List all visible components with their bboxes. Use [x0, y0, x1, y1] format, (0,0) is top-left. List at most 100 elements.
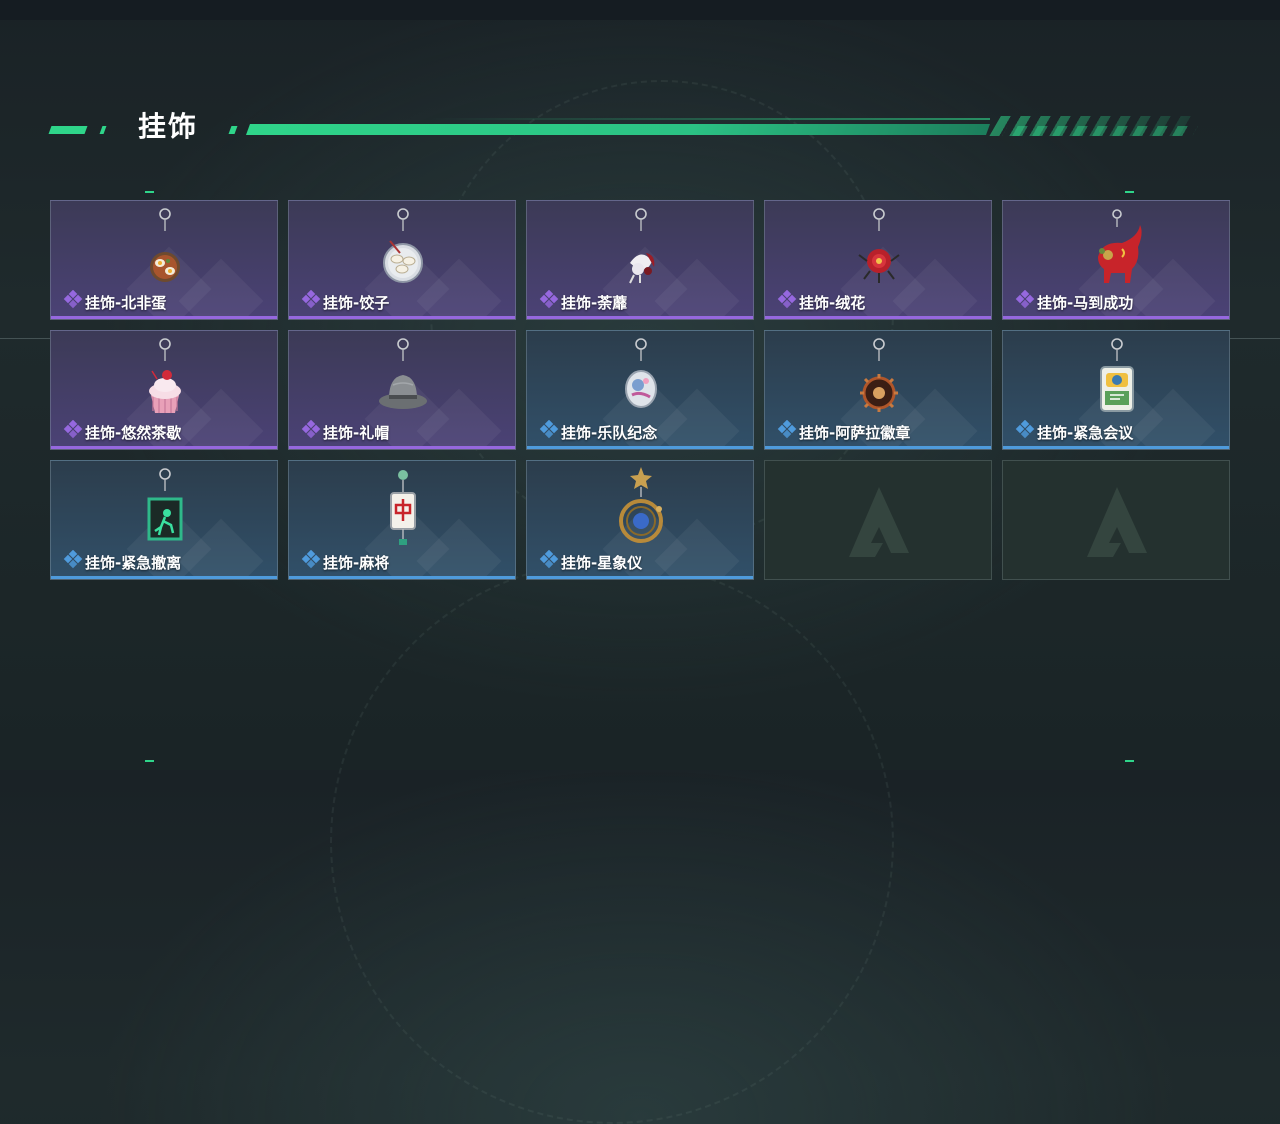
rarity-stripe [51, 446, 277, 449]
card-label: 挂饰-荼蘼 [539, 289, 628, 314]
rarity-icon [301, 549, 323, 574]
charm-card[interactable]: 挂饰-荼蘼 [526, 200, 754, 320]
card-label-text: 挂饰-阿萨拉徽章 [799, 423, 911, 442]
side-line-right [1230, 338, 1280, 339]
emergency-meeting-charm-icon [1100, 338, 1134, 412]
card-label: 挂饰-乐队纪念 [539, 419, 658, 444]
rarity-stripe [527, 446, 753, 449]
card-label: 挂饰-北非蛋 [63, 289, 167, 314]
rarity-stripe [51, 576, 277, 579]
header-accent [48, 126, 88, 134]
charm-card[interactable]: 挂饰-绒花 [764, 200, 992, 320]
astrolabe-charm-icon [619, 467, 663, 543]
card-decoration [178, 258, 264, 319]
rarity-stripe [765, 316, 991, 319]
card-label-text: 挂饰-乐队纪念 [561, 423, 658, 442]
card-label: 挂饰-饺子 [301, 289, 390, 314]
rarity-stripe [527, 316, 753, 319]
card-label: 挂饰-绒花 [777, 289, 866, 314]
rarity-icon [1015, 289, 1037, 314]
rarity-icon [301, 289, 323, 314]
empty-slot [1002, 460, 1230, 580]
card-label-text: 挂饰-星象仪 [561, 553, 643, 572]
charm-grid: 挂饰-北非蛋 挂饰-饺子 挂饰-荼蘼 挂饰-绒花 挂饰-马到成功挂饰-悠然茶歇 挂饰-礼帽… [50, 200, 1230, 580]
asara-badge-charm-icon [860, 338, 898, 412]
charm-card[interactable]: 挂饰-阿萨拉徽章 [764, 330, 992, 450]
header-bar [245, 124, 991, 135]
rarity-stripe [289, 576, 515, 579]
rarity-icon [301, 419, 323, 444]
section-title: 挂饰 [138, 110, 199, 143]
card-decoration [654, 258, 740, 319]
card-label-text: 挂饰-紧急会议 [1037, 423, 1134, 442]
card-label-text: 挂饰-北非蛋 [85, 293, 167, 312]
card-label-text: 挂饰-绒花 [799, 293, 866, 312]
card-decoration [178, 388, 264, 449]
card-decoration [892, 258, 978, 319]
rarity-stripe [765, 446, 991, 449]
card-label: 挂饰-星象仪 [539, 549, 643, 573]
card-decoration [1130, 388, 1216, 449]
delta-logo-icon [849, 487, 909, 557]
rarity-stripe [1003, 316, 1229, 319]
side-line-left [0, 338, 50, 339]
delta-logo-icon [1087, 487, 1147, 557]
charm-card[interactable]: 挂饰-饺子 [288, 200, 516, 320]
rarity-stripe [527, 576, 753, 579]
charm-card[interactable]: 挂饰-马到成功 [1002, 200, 1230, 320]
card-label: 挂饰-悠然茶歇 [63, 419, 182, 444]
card-decoration [416, 518, 502, 579]
charm-card[interactable]: 挂饰-北非蛋 [50, 200, 278, 320]
hat-charm-icon [379, 338, 427, 409]
rarity-icon [63, 289, 85, 314]
rarity-icon [777, 419, 799, 444]
header-accent [228, 126, 238, 134]
rarity-icon [63, 549, 85, 574]
card-label: 挂饰-紧急撤离 [63, 549, 182, 574]
red-horse-charm-icon [1098, 209, 1142, 283]
card-decoration [416, 258, 502, 319]
header-accent [99, 126, 107, 134]
charm-card[interactable]: 挂饰-紧急会议 [1002, 330, 1230, 450]
rarity-icon [777, 289, 799, 314]
card-label-text: 挂饰-饺子 [323, 293, 390, 312]
rarity-stripe [1003, 446, 1229, 449]
card-label-text: 挂饰-麻将 [323, 553, 390, 572]
background-ring [330, 560, 894, 1124]
card-label-text: 挂饰-紧急撤离 [85, 553, 182, 572]
card-label: 挂饰-阿萨拉徽章 [777, 419, 911, 444]
charm-card[interactable]: 挂饰-紧急撤离 [50, 460, 278, 580]
mahjong-charm-icon [390, 470, 416, 545]
shakshuka-charm-icon [150, 208, 180, 282]
card-label: 挂饰-礼帽 [301, 419, 390, 444]
card-label: 挂饰-麻将 [301, 549, 390, 574]
header-thin-line [430, 118, 990, 120]
card-label-text: 挂饰-礼帽 [323, 423, 390, 442]
card-label-text: 挂饰-荼蘼 [561, 293, 628, 312]
empty-slot [764, 460, 992, 580]
rarity-icon [63, 419, 85, 444]
rarity-icon [539, 419, 561, 444]
card-decoration [416, 388, 502, 449]
dumpling-charm-icon [383, 208, 423, 283]
rarity-stripe [289, 446, 515, 449]
rarity-icon [539, 289, 561, 314]
card-label-text: 挂饰-悠然茶歇 [85, 423, 182, 442]
card-decoration [654, 518, 740, 579]
card-label: 挂饰-马到成功 [1015, 289, 1134, 314]
charm-card[interactable]: 挂饰-礼帽 [288, 330, 516, 450]
charm-card[interactable]: 挂饰-悠然茶歇 [50, 330, 278, 450]
charm-card[interactable]: 挂饰-麻将 [288, 460, 516, 580]
corner-tick [1125, 191, 1134, 193]
card-label-text: 挂饰-马到成功 [1037, 293, 1134, 312]
top-bar [0, 0, 1280, 20]
charm-card[interactable]: 挂饰-乐队纪念 [526, 330, 754, 450]
card-decoration [178, 518, 264, 579]
rarity-icon [1015, 419, 1037, 444]
corner-tick [1125, 760, 1134, 762]
section-header: 挂饰 [48, 108, 1201, 148]
charm-card[interactable]: 挂饰-星象仪 [526, 460, 754, 580]
velvet-flower-charm-icon [858, 208, 900, 283]
header-checker-pattern [1002, 126, 1198, 136]
rarity-stripe [51, 316, 277, 319]
